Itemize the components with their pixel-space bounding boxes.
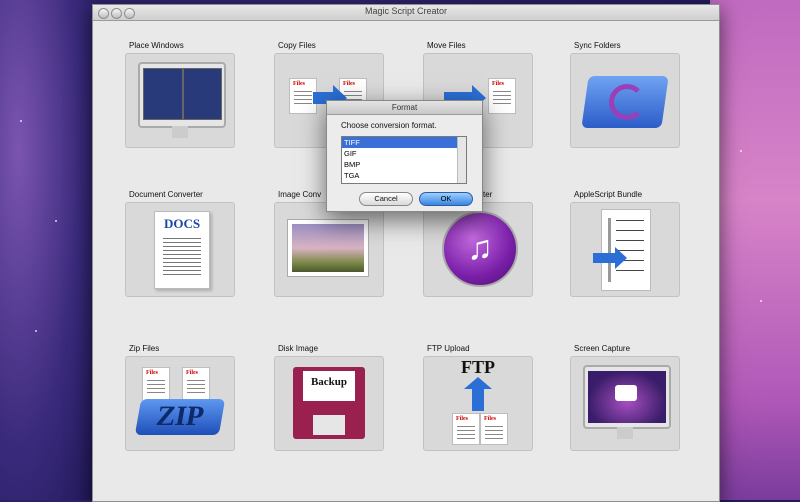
image-icon — [287, 219, 369, 277]
document-icon: Files — [480, 413, 508, 445]
camera-icon — [615, 385, 637, 401]
format-option-bmp[interactable]: BMP — [342, 159, 466, 170]
tile-label: Screen Capture — [574, 344, 631, 353]
tile-label: Image Conv — [278, 190, 322, 199]
tile-label: FTP Upload — [427, 344, 470, 353]
tile-sync-folders[interactable]: Sync Folders — [570, 41, 680, 160]
format-dialog: Format Choose conversion format. TIFF GI… — [326, 100, 483, 212]
star — [20, 120, 22, 122]
tile-label: Move Files — [427, 41, 466, 50]
document-icon: Files — [182, 367, 210, 403]
tile-button[interactable] — [125, 53, 235, 148]
tile-button[interactable]: DOCS — [125, 202, 235, 297]
window-title: Magic Script Creator — [364, 6, 448, 16]
tile-zip-files[interactable]: Zip Files Files Files ZIP — [125, 344, 235, 463]
star — [55, 220, 57, 222]
tile-button[interactable]: Files Files ZIP — [125, 356, 235, 451]
monitor-stand-icon — [617, 427, 633, 439]
title-bar[interactable]: Magic Script Creator — [93, 5, 719, 21]
tile-screen-capture[interactable]: Screen Capture — [570, 344, 680, 463]
tile-music-converter[interactable]: ter ♫ — [423, 190, 533, 309]
tile-applescript-bundle[interactable]: AppleScript Bundle — [570, 190, 680, 309]
monitor-icon — [583, 365, 671, 429]
cancel-button[interactable]: Cancel — [359, 192, 413, 206]
monitor-icon — [138, 62, 226, 128]
floppy-disk-icon: Backup — [293, 367, 365, 439]
dialog-title: Format — [327, 101, 482, 115]
document-icon: Files — [452, 413, 480, 445]
tile-disk-image[interactable]: Disk Image Backup — [274, 344, 384, 463]
star — [760, 300, 762, 302]
tile-button[interactable] — [570, 53, 680, 148]
zip-icon: ZIP — [134, 399, 226, 435]
dialog-prompt: Choose conversion format. — [341, 121, 437, 130]
arrow-right-icon — [593, 253, 617, 263]
tile-button[interactable] — [274, 202, 384, 297]
list-scrollbar[interactable] — [457, 137, 466, 183]
desktop-background-left — [0, 0, 92, 500]
tile-label: AppleScript Bundle — [574, 190, 643, 199]
tile-button[interactable]: Backup — [274, 356, 384, 451]
tile-label: Document Converter — [129, 190, 203, 199]
tile-label: ter — [483, 190, 493, 199]
desktop-background-right — [710, 0, 800, 500]
document-icon: DOCS — [154, 211, 210, 289]
arrow-head-icon — [615, 247, 627, 269]
format-list[interactable]: TIFF GIF BMP TGA — [341, 136, 467, 184]
music-icon: ♫ — [442, 211, 518, 287]
document-icon: Files — [488, 78, 516, 114]
monitor-stand-icon — [172, 126, 188, 138]
tile-label: Copy Files — [278, 41, 316, 50]
tile-label: Zip Files — [129, 344, 160, 353]
tile-image-converter[interactable]: Image Conv — [274, 190, 384, 309]
tile-document-converter[interactable]: Document Converter DOCS — [125, 190, 235, 309]
ok-button[interactable]: OK — [419, 192, 473, 206]
document-icon: Files — [142, 367, 170, 403]
tile-label: Sync Folders — [574, 41, 621, 50]
sync-icon — [609, 84, 645, 120]
arrow-head-icon — [464, 377, 492, 389]
format-option-tga[interactable]: TGA — [342, 170, 466, 181]
ftp-label-icon: FTP — [461, 357, 495, 377]
star — [740, 150, 742, 152]
tile-label: Disk Image — [278, 344, 319, 353]
star — [35, 330, 37, 332]
tile-grid: Place Windows Copy Files Files Files Mov… — [93, 21, 719, 501]
tile-place-windows[interactable]: Place Windows — [125, 41, 235, 160]
tile-button[interactable] — [570, 356, 680, 451]
main-window: Magic Script Creator Place Windows Copy … — [92, 4, 720, 502]
format-option-gif[interactable]: GIF — [342, 148, 466, 159]
tile-button[interactable]: ♫ — [423, 202, 533, 297]
format-option-tiff[interactable]: TIFF — [342, 137, 466, 148]
tile-button[interactable]: FTP Files Files — [423, 356, 533, 451]
tile-label: Place Windows — [129, 41, 184, 50]
tile-ftp-upload[interactable]: FTP Upload FTP Files Files — [423, 344, 533, 463]
tile-button[interactable] — [570, 202, 680, 297]
